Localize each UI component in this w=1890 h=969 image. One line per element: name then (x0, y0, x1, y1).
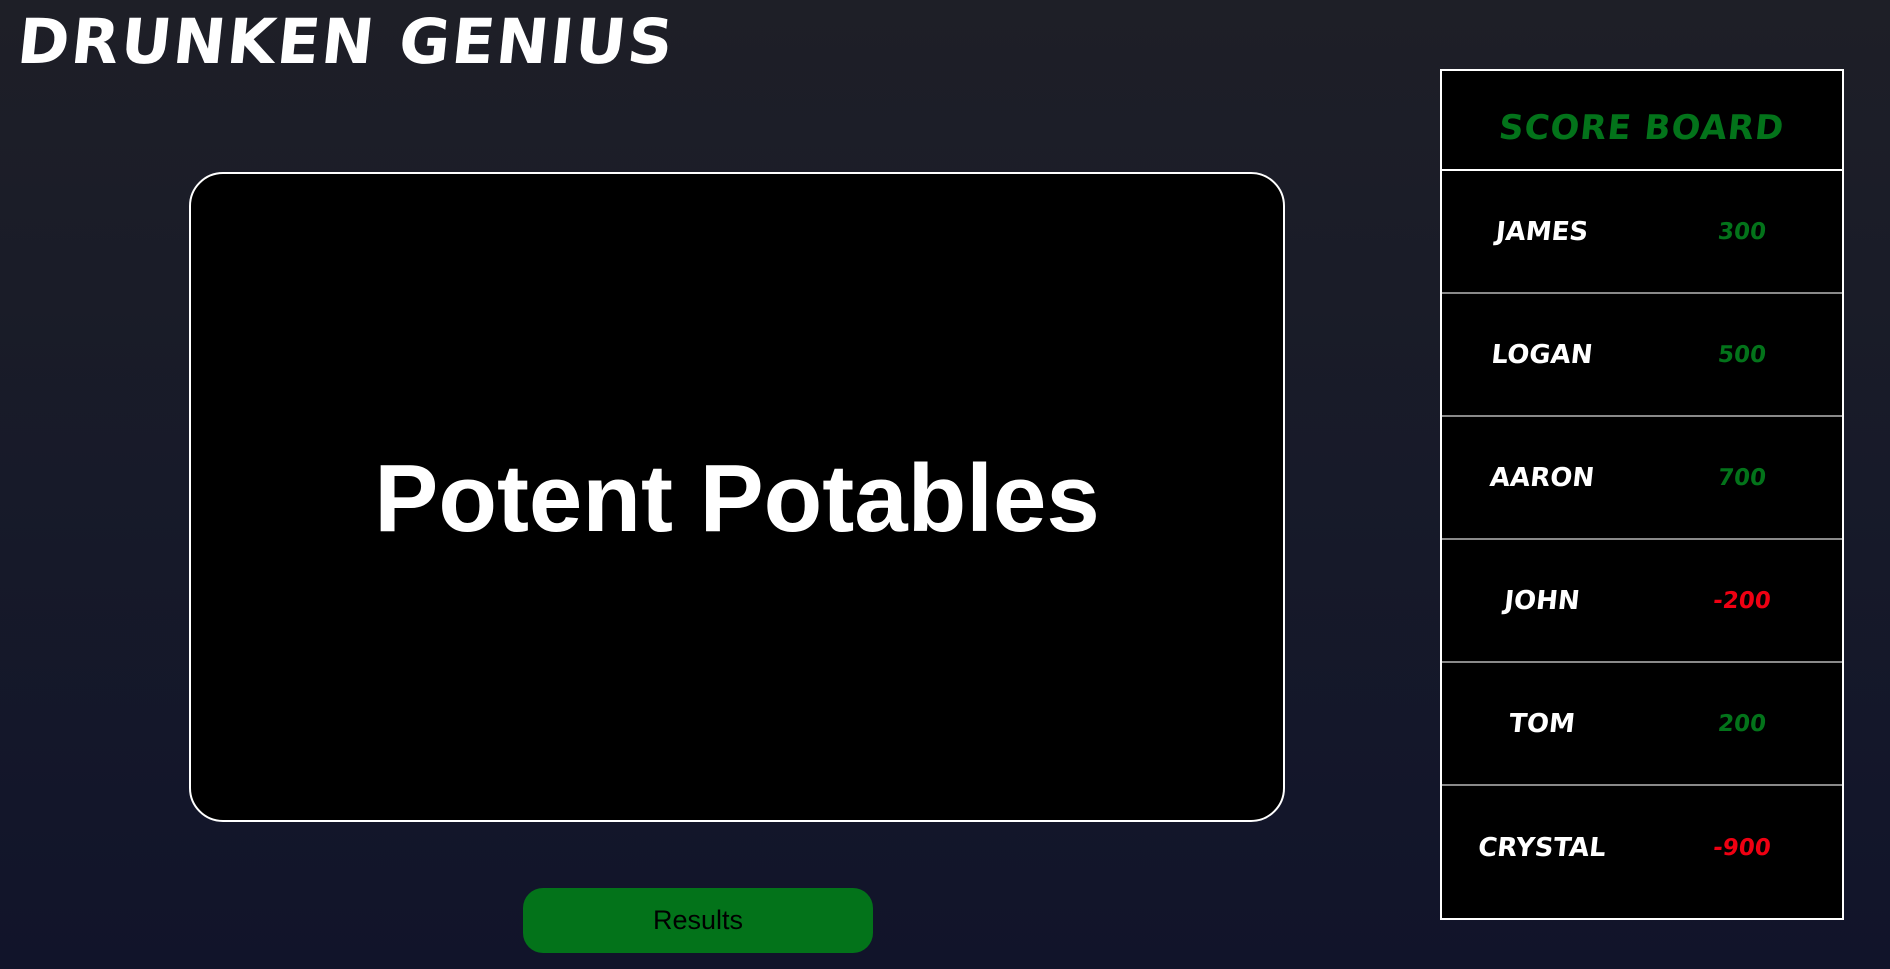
player-row: Tom 200 (1442, 663, 1842, 786)
player-score: -200 (1711, 587, 1773, 614)
scoreboard-title: Score Board (1497, 108, 1787, 148)
player-score: 700 (1716, 464, 1768, 491)
category-card: Potent Potables (189, 172, 1285, 822)
player-name: James (1494, 216, 1590, 247)
scoreboard-header: Score Board (1442, 71, 1842, 171)
player-row: Aaron 700 (1442, 417, 1842, 540)
player-name: John (1502, 585, 1582, 616)
player-score: 300 (1716, 218, 1768, 245)
category-title: Potent Potables (374, 445, 1100, 552)
player-name: Tom (1507, 708, 1577, 739)
scoreboard: Score Board James 300 Logan 500 Aaron 70… (1440, 69, 1844, 920)
player-name: Logan (1489, 339, 1595, 370)
player-score: 200 (1716, 710, 1768, 737)
results-button[interactable]: Results (523, 888, 873, 953)
player-row: Logan 500 (1442, 294, 1842, 417)
player-row: Crystal -900 (1442, 786, 1842, 909)
player-row: James 300 (1442, 171, 1842, 294)
player-row: John -200 (1442, 540, 1842, 663)
player-name: Crystal (1476, 832, 1608, 863)
player-score: -900 (1711, 834, 1773, 861)
app-title: Drunken Genius (14, 5, 679, 78)
player-score: 500 (1716, 341, 1768, 368)
player-name: Aaron (1488, 462, 1596, 493)
